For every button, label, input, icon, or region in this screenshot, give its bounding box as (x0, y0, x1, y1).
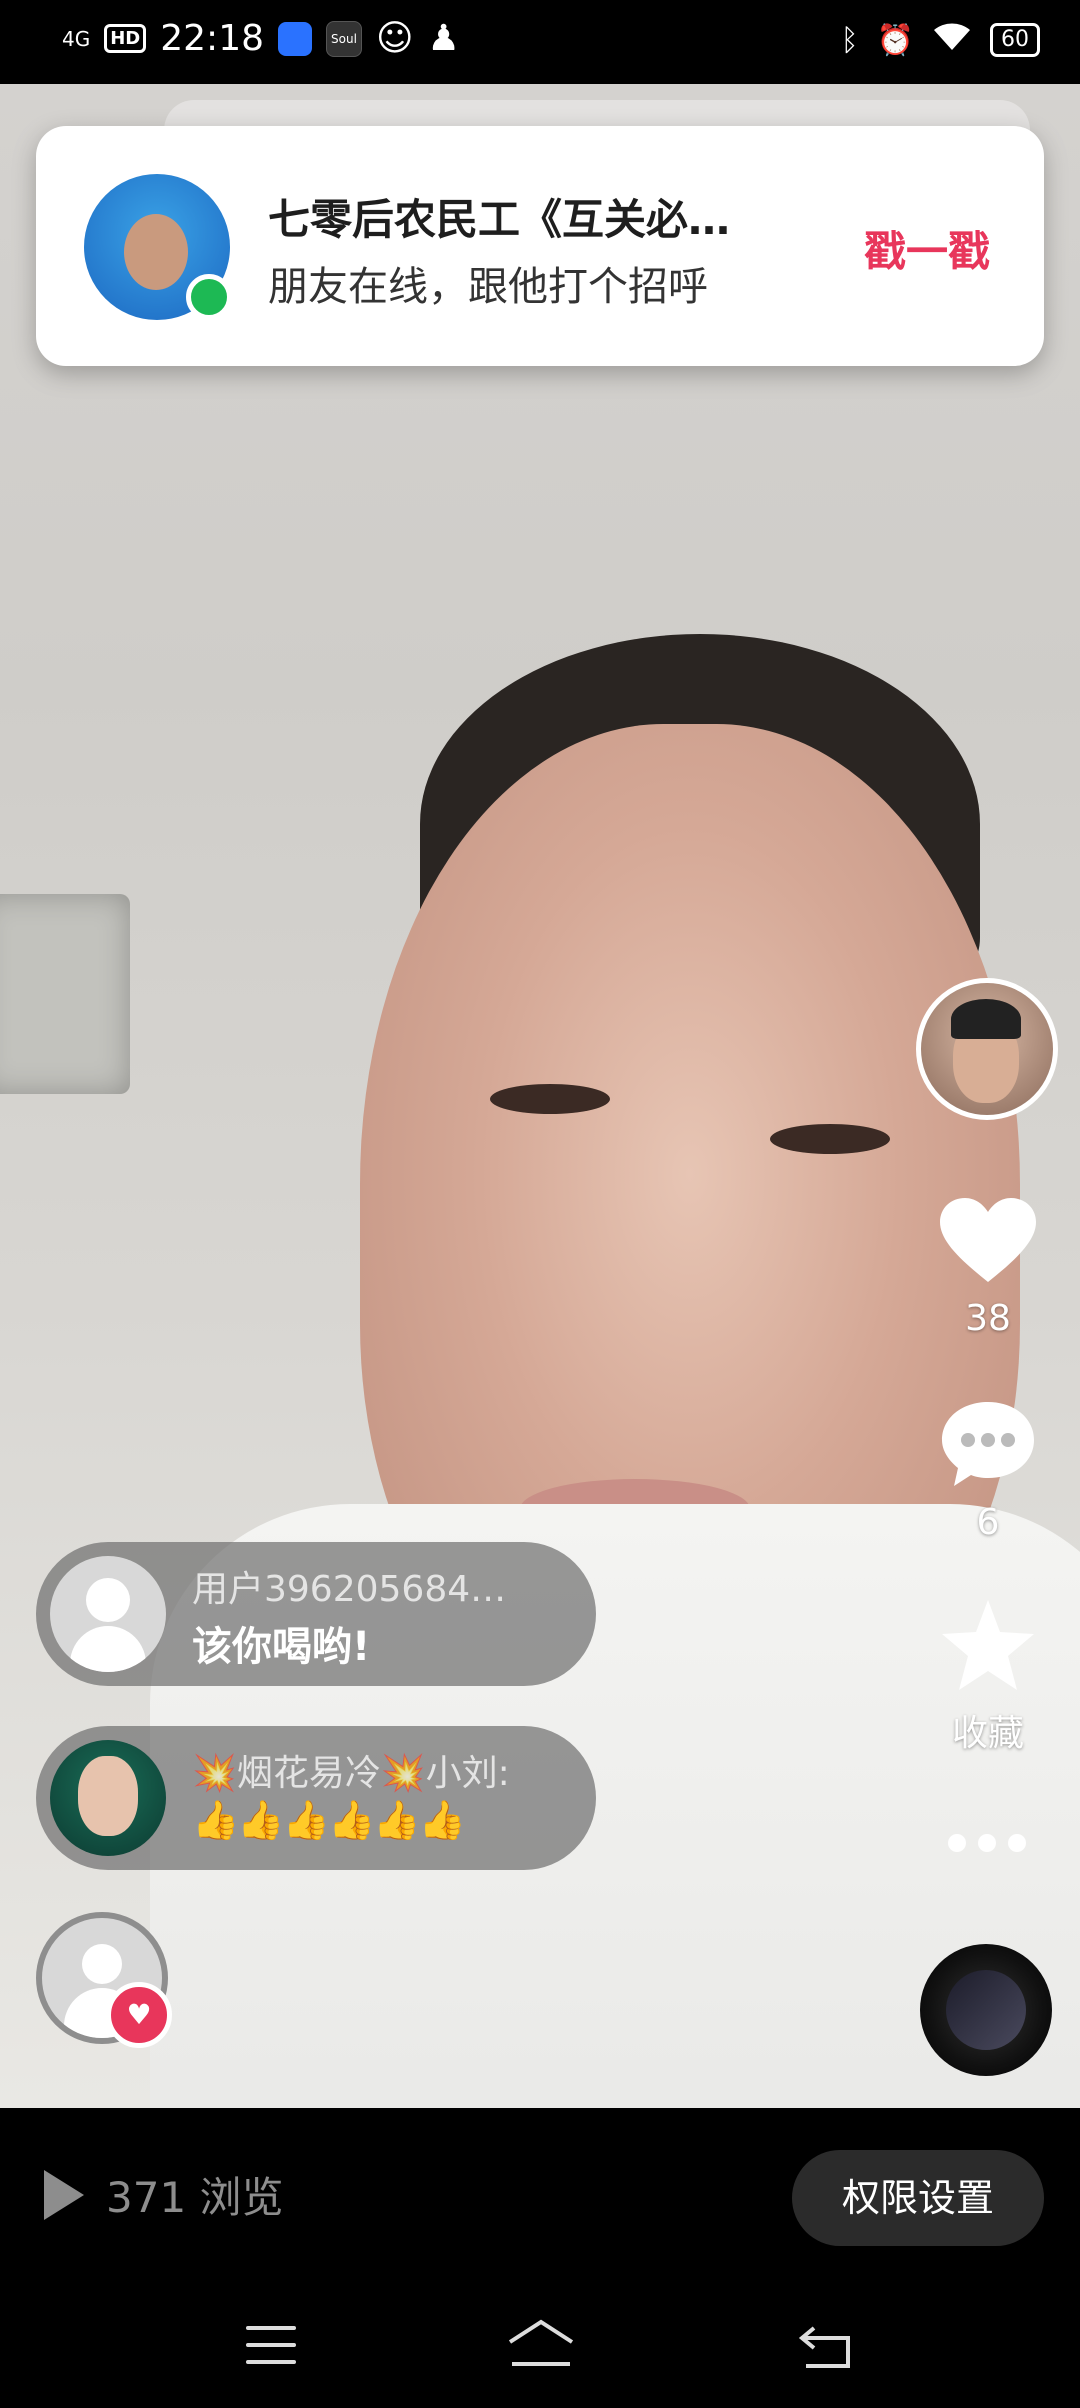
creator-avatar-hair (951, 999, 1021, 1039)
commenter-avatar[interactable] (50, 1556, 166, 1672)
friend-online-notification[interactable]: 七零后农民工《互关必… 朋友在线，跟他打个招呼 戳一戳 (36, 126, 1044, 366)
friend-avatar-face (124, 214, 188, 290)
commenter-avatar[interactable] (50, 1740, 166, 1856)
comment-bubble-icon (942, 1402, 1034, 1486)
heart-icon (940, 1198, 1036, 1282)
favorite-label: 收藏 (951, 1713, 1024, 1754)
creator-avatar[interactable] (916, 978, 1058, 1120)
default-avatar-head (82, 1944, 122, 1984)
alarm-icon: ⏰ (876, 22, 914, 58)
status-bar-right: ᛒ ⏰ 60 (841, 20, 1040, 60)
soul-app-icon: Soul (326, 20, 362, 57)
home-icon[interactable] (506, 2318, 576, 2368)
default-avatar-head (86, 1578, 130, 1622)
wall-outlet (0, 894, 130, 1094)
qq-icon: ♟ (427, 18, 460, 59)
like-count: 38 (965, 1298, 1011, 1339)
dot (978, 1834, 996, 1852)
commenter-name: 用户396205684… (192, 1569, 507, 1610)
wifi-icon (932, 20, 972, 60)
like-button[interactable]: 38 (933, 1196, 1043, 1339)
view-count-label: 371 浏览 (106, 2173, 284, 2222)
video-subject-eye (770, 1124, 890, 1154)
clock: 22:18 (160, 18, 264, 59)
commenter-face (78, 1756, 138, 1836)
hd-icon: HD (104, 24, 147, 53)
default-avatar-body (70, 1626, 146, 1672)
system-nav-bar (0, 2288, 1080, 2408)
recent-apps-icon[interactable] (246, 2326, 296, 2366)
permission-settings-button[interactable]: 权限设置 (792, 2150, 1044, 2246)
notification-subtitle: 朋友在线，跟他打个招呼 (268, 264, 708, 310)
play-icon (44, 2169, 84, 2220)
comment-text: 该你喝哟! (192, 1624, 371, 1670)
bluetooth-icon: ᛒ (840, 22, 859, 58)
notification-title: 七零后农民工《互关必… (268, 195, 731, 244)
dot (948, 1834, 966, 1852)
status-bar: 4G HD 22:18 Soul ☺ ♟ ᛒ ⏰ 60 (0, 0, 1080, 84)
app-icon (278, 21, 312, 56)
heart-badge-icon[interactable]: ♥ (106, 1982, 172, 2048)
star-icon (942, 1600, 1034, 1690)
live-comment[interactable]: 💥烟花易冷💥小刘: 👍👍👍👍👍👍 (36, 1726, 596, 1870)
video-subject-eye (490, 1084, 610, 1114)
comment-button[interactable]: 6 (933, 1398, 1043, 1543)
dot (1008, 1834, 1026, 1852)
status-bar-left: 4G HD 22:18 Soul ☺ ♟ (62, 18, 460, 59)
music-disc-icon[interactable] (920, 1944, 1052, 2076)
online-status-dot (186, 274, 232, 320)
view-count: 371 浏览 (44, 2164, 284, 2225)
favorite-button[interactable]: 收藏 (933, 1598, 1043, 1756)
bottom-bar: 371 浏览 权限设置 (0, 2108, 1080, 2288)
live-comment[interactable]: 用户396205684… 该你喝哟! (36, 1542, 596, 1686)
back-icon[interactable] (796, 2324, 856, 2370)
message-bubble-icon: ☺ (376, 18, 414, 59)
comment-count: 6 (976, 1502, 1000, 1543)
commenter-name: 💥烟花易冷💥小刘: (192, 1753, 510, 1794)
poke-button[interactable]: 戳一戳 (864, 218, 990, 279)
network-label: 4G (62, 26, 91, 51)
battery-icon: 60 (990, 23, 1040, 57)
comment-text: 👍👍👍👍👍👍 (192, 1798, 466, 1842)
more-options-icon[interactable] (948, 1834, 1026, 1852)
music-cover (946, 1970, 1026, 2050)
